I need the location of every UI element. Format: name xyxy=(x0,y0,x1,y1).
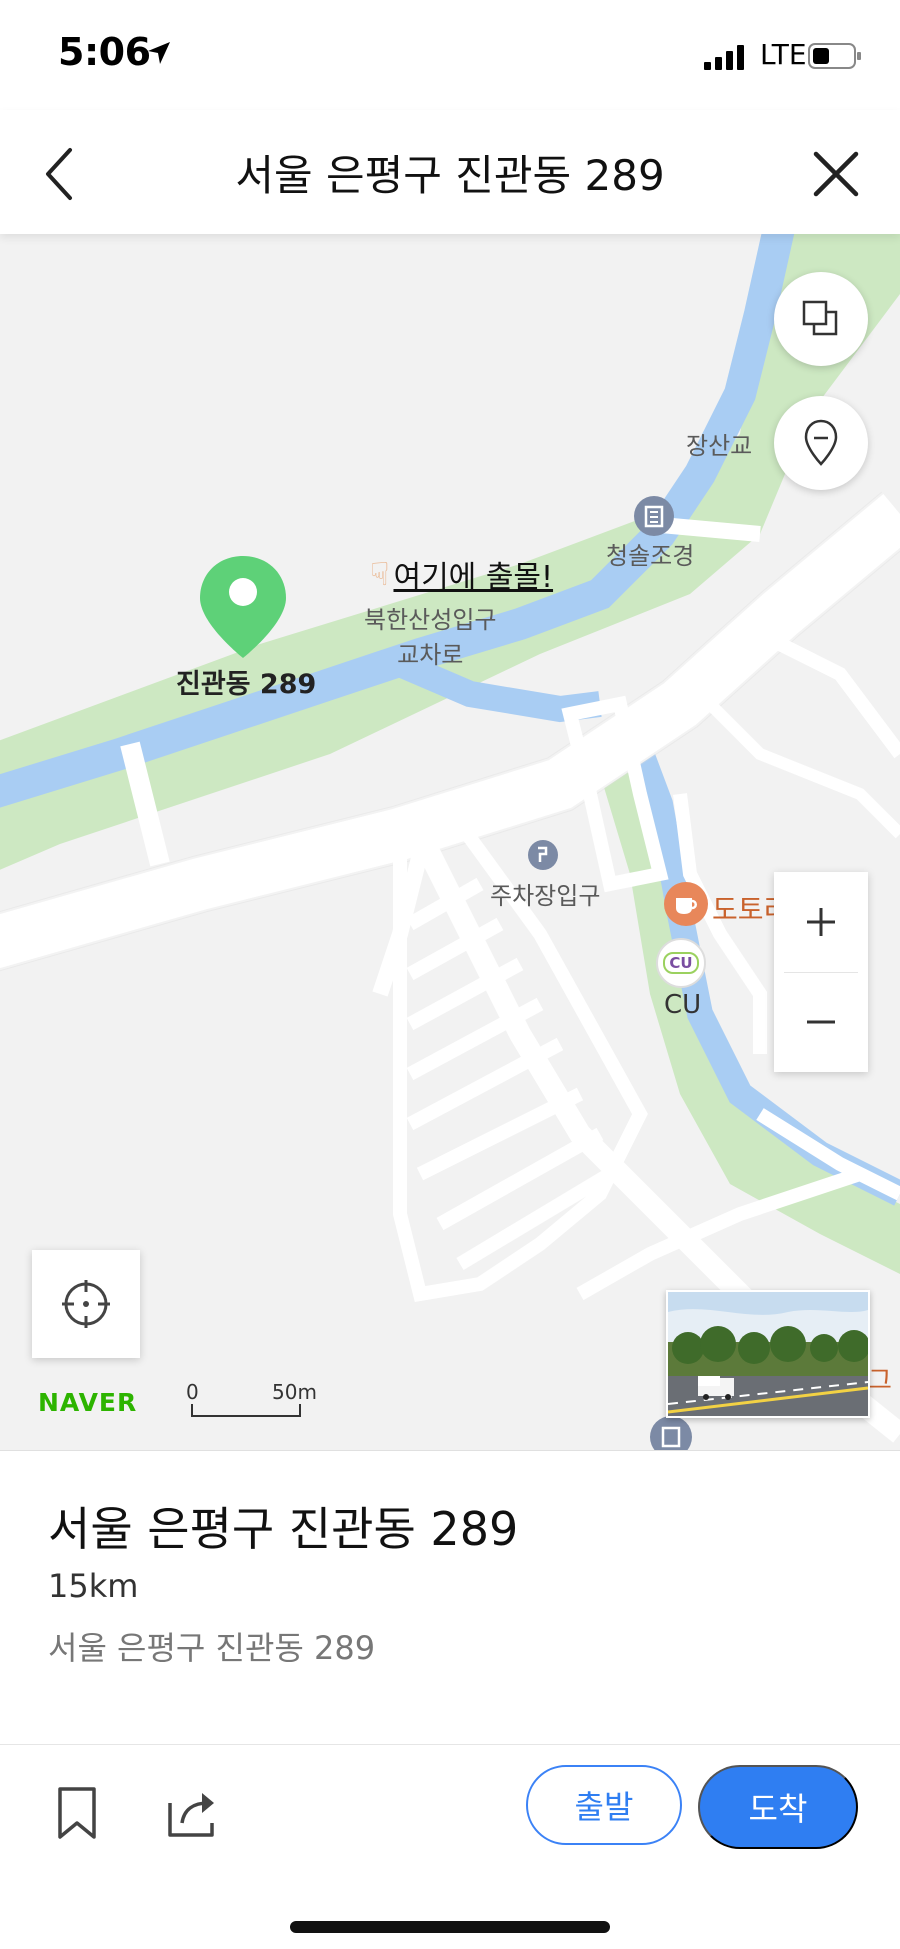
place-info-panel: 서울 은평구 진관동 289 15km 서울 은평구 진관동 289 xyxy=(0,1450,900,1745)
minus-icon xyxy=(807,1020,835,1024)
scale-zero: 0 xyxy=(186,1380,199,1404)
convenience-store-icon[interactable]: CU xyxy=(656,938,706,988)
layers-icon xyxy=(802,300,838,336)
depart-button[interactable]: 출발 xyxy=(526,1765,682,1845)
plus-icon xyxy=(807,908,835,936)
intersection-label-line1: 북한산성입구 xyxy=(364,606,497,634)
crosshair-icon xyxy=(62,1280,110,1328)
place-address: 서울 은평구 진관동 289 xyxy=(48,1629,376,1667)
parking-entrance-icon[interactable] xyxy=(528,840,558,870)
pointing-hand-icon: ☟ xyxy=(370,555,390,593)
status-time: 5:06 xyxy=(58,30,151,74)
marker-icon xyxy=(804,419,838,466)
building-icon[interactable] xyxy=(634,496,674,536)
parking-label: 주차장입구 xyxy=(490,882,601,910)
share-icon[interactable] xyxy=(164,1785,220,1841)
signal-icon xyxy=(704,45,744,70)
street-view-image xyxy=(668,1292,868,1416)
current-location-button[interactable] xyxy=(32,1250,140,1358)
location-arrow-icon xyxy=(148,42,170,64)
place-distance: 15km xyxy=(48,1567,139,1605)
close-icon[interactable] xyxy=(808,146,864,202)
cafe-icon[interactable] xyxy=(664,882,708,926)
scale-distance: 50m xyxy=(272,1380,317,1404)
bookmark-icon[interactable] xyxy=(52,1785,102,1841)
network-type: LTE xyxy=(760,38,807,71)
intersection-label: 북한산성입구 교차로 xyxy=(364,600,496,670)
side-road xyxy=(756,627,900,759)
back-arrow-icon[interactable] xyxy=(36,144,90,204)
location-pin-icon[interactable] xyxy=(196,552,290,662)
scale-bar xyxy=(191,1404,301,1417)
edge-label-partial: 그 xyxy=(868,1366,892,1396)
store-label: CU xyxy=(664,990,702,1020)
battery-icon xyxy=(808,43,861,69)
map-marker-button[interactable] xyxy=(774,396,868,490)
nav-bar: 서울 은평구 진관동 289 xyxy=(0,110,900,234)
arrive-button[interactable]: 도착 xyxy=(698,1765,858,1849)
map-scale: 0 50m xyxy=(186,1380,317,1420)
status-bar: 5:06 LTE xyxy=(0,0,900,110)
page-title: 서울 은평구 진관동 289 xyxy=(235,151,665,200)
bridge-label: 장산교 xyxy=(686,432,753,460)
place-name: 서울 은평구 진관동 289 xyxy=(48,1502,519,1556)
naver-logo: NAVER xyxy=(38,1388,138,1417)
zoom-controls xyxy=(774,872,868,1072)
landscape-label: 청솔조경 xyxy=(606,542,695,570)
pin-label: 진관동 289 xyxy=(176,669,317,700)
store-badge: CU xyxy=(663,952,699,974)
home-indicator xyxy=(290,1921,610,1933)
action-bar: 출발 도착 xyxy=(0,1744,900,1949)
building-icon[interactable] xyxy=(650,1416,692,1450)
street-view-thumbnail[interactable] xyxy=(666,1290,870,1418)
annotation: ☟ 여기에 출몰! xyxy=(370,552,553,596)
annotation-text: 여기에 출몰! xyxy=(393,560,554,595)
zoom-out-button[interactable] xyxy=(774,972,868,1072)
intersection-label-line2: 교차로 xyxy=(397,641,464,669)
zoom-in-button[interactable] xyxy=(774,872,868,972)
map-layers-button[interactable] xyxy=(774,272,868,366)
map-view[interactable]: 진관동 289 ☟ 여기에 출몰! 장산교 청솔조경 북한산성입구 교차로 주차… xyxy=(0,234,900,1450)
